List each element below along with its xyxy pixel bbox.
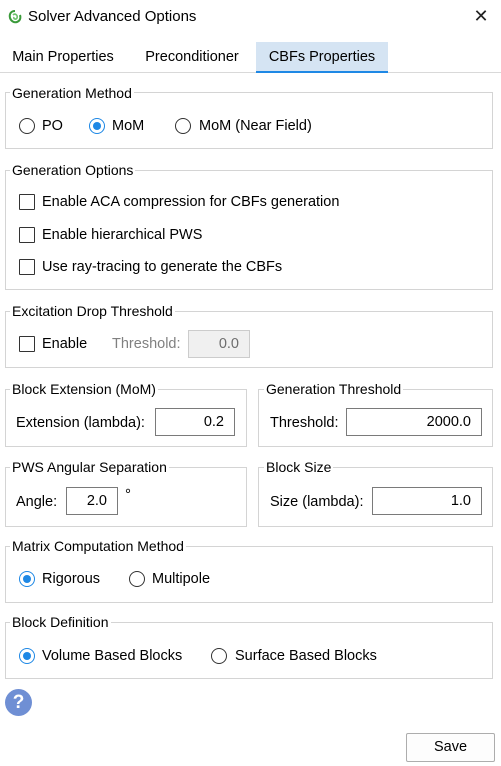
pws-angle-label: Angle: — [16, 494, 58, 510]
block-size-input[interactable]: 1.0 — [372, 487, 482, 515]
window-title: Solver Advanced Options — [28, 8, 197, 25]
block-extension-input[interactable]: 0.2 — [155, 408, 235, 436]
checkbox-hierarchical-pws[interactable] — [19, 227, 35, 243]
matrix-method-title: Matrix Computation Method — [10, 538, 186, 554]
radio-volume-based-label[interactable]: Volume Based Blocks — [42, 647, 182, 665]
block-definition-title: Block Definition — [10, 614, 111, 630]
pws-angle-unit: ° — [125, 486, 131, 503]
checkbox-excitation-enable-label[interactable]: Enable — [42, 335, 87, 353]
tab-cbfs-properties[interactable]: CBFs Properties — [256, 42, 388, 73]
checkbox-aca-compression[interactable] — [19, 194, 35, 210]
radio-surface-based[interactable] — [211, 648, 227, 664]
excitation-threshold-label: Threshold: — [112, 336, 181, 352]
pws-angle-input[interactable]: 2.0 — [66, 487, 118, 515]
help-icon[interactable]: ? — [5, 689, 32, 716]
radio-po[interactable] — [19, 118, 35, 134]
block-extension-title: Block Extension (MoM) — [10, 381, 158, 397]
block-size-label: Size (lambda): — [270, 494, 364, 510]
checkbox-hierarchical-pws-label[interactable]: Enable hierarchical PWS — [42, 226, 202, 244]
radio-mom-near-field[interactable] — [175, 118, 191, 134]
tab-main-properties[interactable]: Main Properties — [0, 42, 126, 72]
pws-angular-title: PWS Angular Separation — [10, 459, 169, 475]
tab-preconditioner[interactable]: Preconditioner — [128, 42, 256, 72]
radio-rigorous[interactable] — [19, 571, 35, 587]
excitation-threshold-input[interactable]: 0.0 — [188, 330, 250, 358]
generation-options-title: Generation Options — [10, 162, 136, 178]
radio-mom-near-field-label[interactable]: MoM (Near Field) — [199, 117, 312, 135]
app-logo-icon — [8, 10, 22, 24]
generation-threshold-input[interactable]: 2000.0 — [346, 408, 482, 436]
generation-threshold-title: Generation Threshold — [264, 381, 404, 397]
radio-po-label[interactable]: PO — [42, 117, 63, 135]
radio-volume-based[interactable] — [19, 648, 35, 664]
checkbox-ray-tracing[interactable] — [19, 259, 35, 275]
checkbox-ray-tracing-label[interactable]: Use ray-tracing to generate the CBFs — [42, 258, 282, 276]
radio-mom-label[interactable]: MoM — [112, 117, 144, 135]
tab-divider — [0, 72, 501, 73]
radio-surface-based-label[interactable]: Surface Based Blocks — [235, 647, 377, 665]
checkbox-excitation-enable[interactable] — [19, 336, 35, 352]
save-button[interactable]: Save — [406, 733, 495, 762]
generation-method-title: Generation Method — [10, 85, 134, 101]
checkbox-aca-compression-label[interactable]: Enable ACA compression for CBFs generati… — [42, 193, 339, 211]
radio-mom[interactable] — [89, 118, 105, 134]
close-icon[interactable]: ✕ — [470, 5, 492, 27]
block-size-title: Block Size — [264, 459, 334, 475]
block-extension-label: Extension (lambda): — [16, 415, 145, 431]
radio-rigorous-label[interactable]: Rigorous — [42, 570, 100, 588]
excitation-drop-title: Excitation Drop Threshold — [10, 303, 175, 319]
generation-threshold-label: Threshold: — [270, 415, 339, 431]
radio-multipole[interactable] — [129, 571, 145, 587]
radio-multipole-label[interactable]: Multipole — [152, 570, 210, 588]
